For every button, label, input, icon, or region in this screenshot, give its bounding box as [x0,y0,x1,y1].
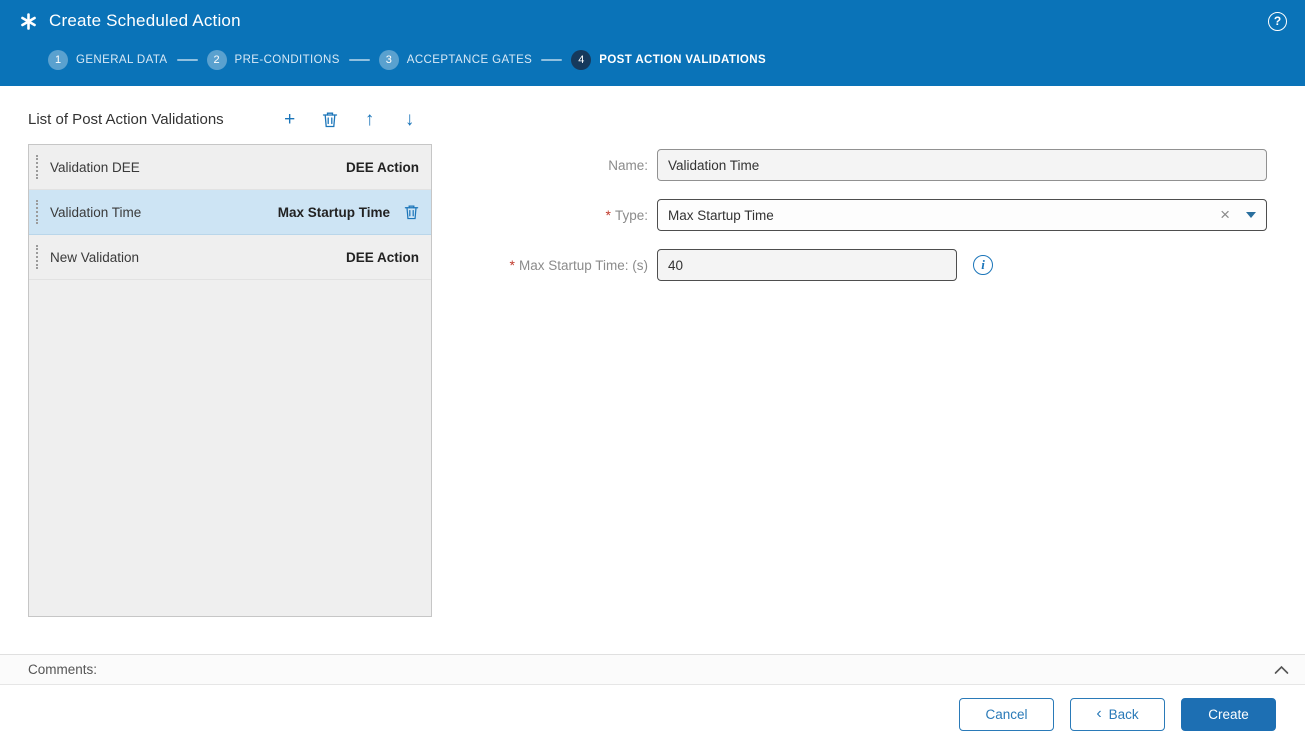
list-item-validation-dee[interactable]: Validation DEE DEE Action [29,145,431,190]
step-connector [176,59,198,61]
dialog-header: Create Scheduled Action ? 1 GENERAL DATA… [0,0,1305,86]
step-2-circle: 2 [206,50,227,70]
wizard-stepper: 1 GENERAL DATA 2 PRE-CONDITIONS 3 ACCEPT… [18,42,1287,70]
step-connector [541,59,563,61]
name-field-row: Name: [432,148,1267,182]
type-field-row: * Type: Max Startup Time × [432,198,1267,232]
comments-bar: Comments: [0,654,1305,685]
validations-list-title: List of Post Action Validations [28,110,224,128]
drag-handle-icon[interactable] [36,200,41,224]
step-4-circle: 4 [571,50,592,70]
create-button[interactable]: Create [1181,697,1276,731]
drag-handle-icon[interactable] [36,245,41,269]
required-marker: * [509,257,515,273]
chevron-down-icon[interactable] [1246,212,1256,218]
validations-panel-header: List of Post Action Validations + ↑ ↓ [28,102,432,136]
clear-selection-icon[interactable]: × [1210,205,1240,225]
dialog-footer: Cancel ‹ Back Create [0,685,1305,743]
title-row: Create Scheduled Action ? [18,0,1287,42]
step-3-circle: 3 [378,50,399,70]
list-item-new-validation[interactable]: New Validation DEE Action [29,235,431,280]
help-icon[interactable]: ? [1268,11,1287,31]
validations-panel: List of Post Action Validations + ↑ ↓ Va… [28,102,432,617]
name-input[interactable] [657,149,1267,181]
list-toolbar: + ↑ ↓ [280,109,420,129]
name-label: Name: [608,157,648,173]
main-content: List of Post Action Validations + ↑ ↓ Va… [0,86,1305,654]
list-item-validation-time[interactable]: Validation Time Max Startup Time [29,190,431,235]
max-startup-time-input[interactable] [657,249,957,281]
row-trash-icon[interactable] [404,204,419,220]
step-post-action-validations[interactable]: 4 POST ACTION VALIDATIONS [571,50,766,70]
type-label: * Type: [605,207,648,223]
asterisk-icon [18,11,38,31]
step-general-data[interactable]: 1 GENERAL DATA [48,50,168,70]
step-connector [348,59,370,61]
info-icon[interactable]: i [973,255,993,275]
move-up-button[interactable]: ↑ [360,109,380,129]
cancel-button[interactable]: Cancel [959,697,1054,731]
move-down-button[interactable]: ↓ [400,109,420,129]
step-acceptance-gates[interactable]: 3 ACCEPTANCE GATES [378,50,532,70]
step-pre-conditions[interactable]: 2 PRE-CONDITIONS [206,50,340,70]
create-scheduled-action-dialog: Create Scheduled Action ? 1 GENERAL DATA… [0,0,1305,743]
max-startup-time-label: * Max Startup Time: (s) [509,257,648,273]
chevron-left-icon: ‹ [1096,705,1102,722]
page-title: Create Scheduled Action [49,11,241,30]
delete-validation-button[interactable] [320,109,340,129]
drag-handle-icon[interactable] [36,155,41,179]
max-startup-time-field-row: * Max Startup Time: (s) i [432,248,993,282]
collapse-chevron-up-icon[interactable] [1274,665,1289,675]
comments-label: Comments: [28,662,98,677]
add-validation-button[interactable]: + [280,109,300,129]
step-1-circle: 1 [48,50,68,70]
type-dropdown[interactable]: Max Startup Time × [657,199,1267,231]
required-marker: * [605,207,611,223]
back-button[interactable]: ‹ Back [1070,697,1165,731]
validations-list: Validation DEE DEE Action Validation Tim… [28,144,432,617]
